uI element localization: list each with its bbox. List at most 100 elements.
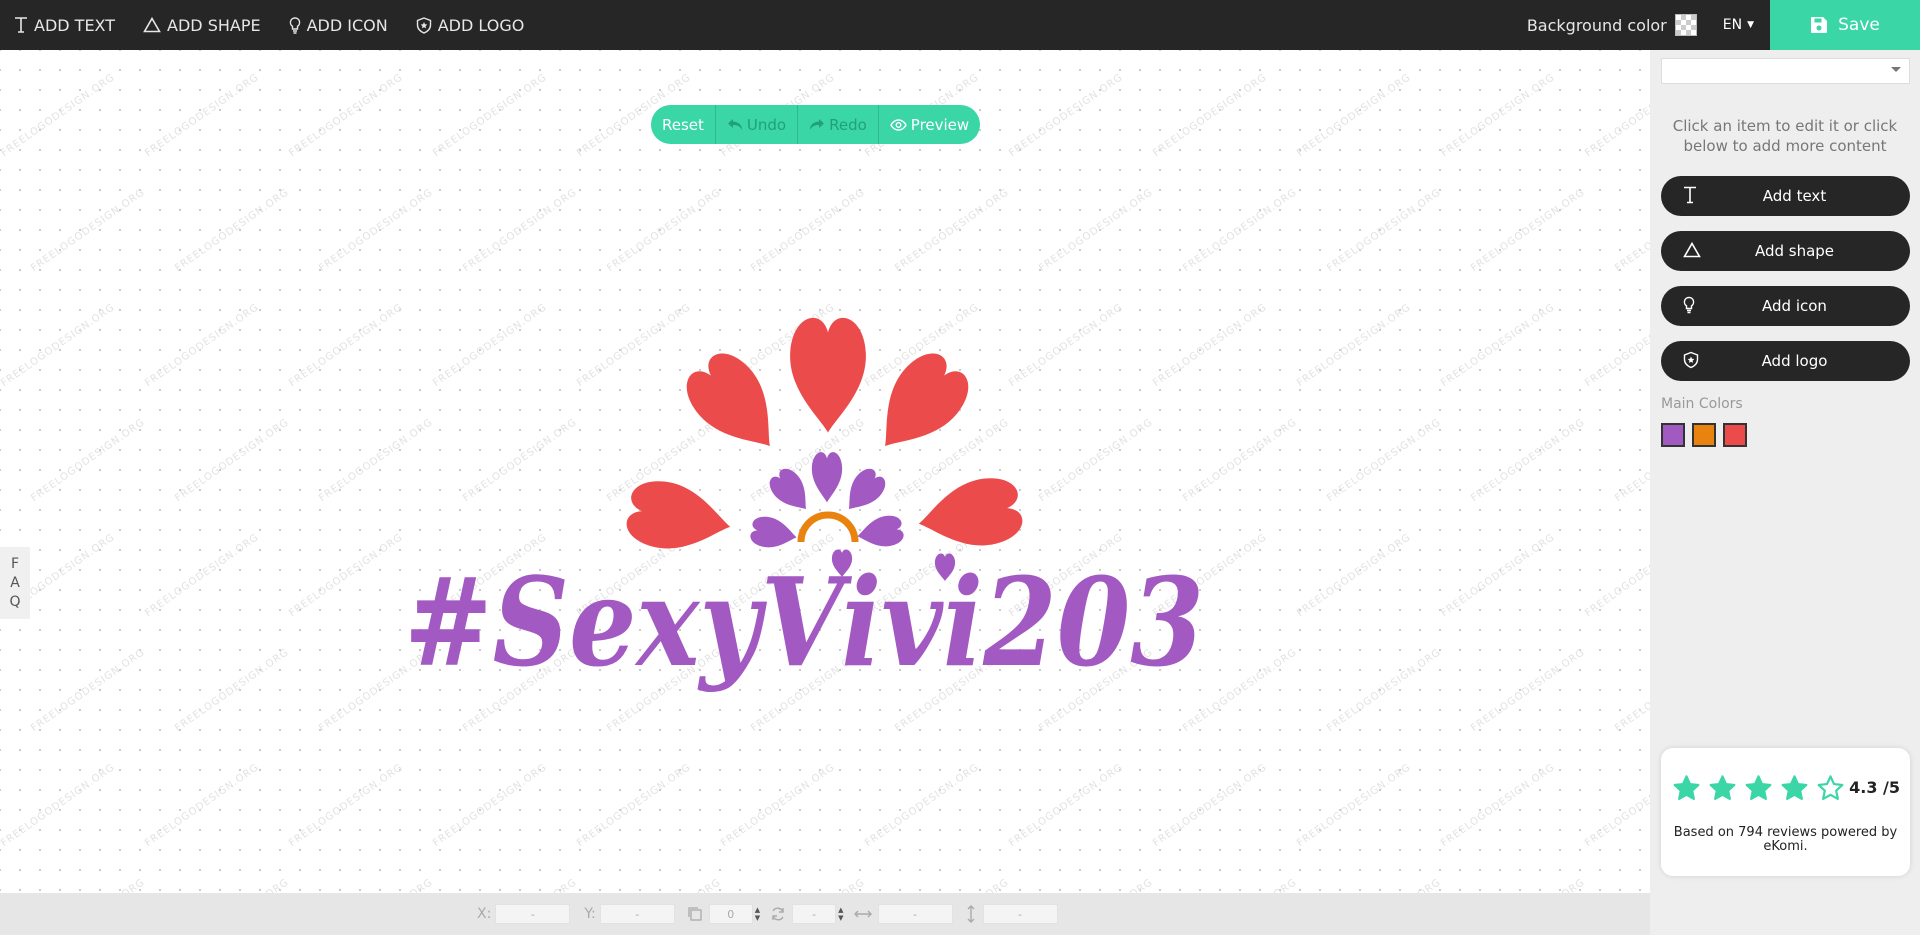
toolbar-right: Background color EN ▼ Save: [1527, 0, 1920, 50]
add-logo-button[interactable]: Add logo: [1661, 341, 1910, 381]
add-icon-menu[interactable]: ADD ICON: [275, 0, 402, 50]
reviews-widget[interactable]: 4.3 /5 Based on 794 reviews powered by e…: [1661, 748, 1910, 876]
watermark-text: FREELOGODESIGN.ORG: [173, 646, 292, 735]
watermark-text: FREELOGODESIGN.ORG: [1295, 531, 1414, 620]
watermark-text: FREELOGODESIGN.ORG: [0, 71, 118, 160]
add-shape-button[interactable]: Add shape: [1661, 231, 1910, 271]
watermark-text: FREELOGODESIGN.ORG: [1439, 71, 1558, 160]
height-field[interactable]: -: [982, 904, 1058, 924]
undo-label: Undo: [746, 115, 787, 134]
background-color-swatch[interactable]: [1674, 14, 1697, 36]
watermark-text: FREELOGODESIGN.ORG: [173, 186, 292, 275]
watermark-text: FREELOGODESIGN.ORG: [1469, 877, 1587, 893]
preview-button[interactable]: Preview: [879, 105, 980, 144]
floppy-disk-icon: [1810, 16, 1828, 34]
watermark-text: FREELOGODESIGN.ORG: [1469, 646, 1588, 735]
watermark-text: FREELOGODESIGN.ORG: [287, 301, 406, 390]
add-logo-menu[interactable]: ADD LOGO: [402, 0, 539, 50]
logo-text: #SexyVivi203: [404, 550, 1204, 694]
watermark-text: FREELOGODESIGN.ORG: [1583, 761, 1650, 850]
watermark-text: FREELOGODESIGN.ORG: [1295, 761, 1414, 850]
language-selector[interactable]: EN ▼: [1723, 17, 1754, 33]
height-arrows-icon: [965, 905, 977, 923]
main-color-swatch[interactable]: [1661, 423, 1685, 447]
undo-icon: [727, 118, 743, 131]
red-petals: [623, 317, 1026, 560]
watermark-text: FREELOGODESIGN.ORG: [1151, 761, 1270, 850]
caret-down-icon: ▼: [1747, 20, 1754, 30]
toolbar-left: ADD TEXT ADD SHAPE ADD ICON ADD LOGO: [0, 0, 538, 50]
y-field[interactable]: -: [599, 904, 675, 924]
triangle-icon: [143, 17, 161, 33]
watermark-text: FREELOGODESIGN.ORG: [575, 761, 694, 850]
redo-button[interactable]: Redo: [798, 105, 879, 144]
main-color-swatch[interactable]: [1723, 423, 1747, 447]
add-text-button-label: Add text: [1762, 187, 1827, 205]
faq-tab[interactable]: F A Q: [0, 547, 30, 619]
watermark-text: FREELOGODESIGN.ORG: [1583, 531, 1650, 620]
add-icon-button[interactable]: Add icon: [1661, 286, 1910, 326]
properties-panel: Click an item to edit it or click below …: [1650, 50, 1920, 935]
watermark-text: FREELOGODESIGN.ORG: [287, 531, 406, 620]
star-icon: [1672, 774, 1701, 803]
main-color-swatch[interactable]: [1692, 423, 1716, 447]
watermark-text: FREELOGODESIGN.ORG: [461, 186, 580, 275]
logo-artwork[interactable]: #SexyVivi203: [390, 290, 1220, 710]
watermark-text: FREELOGODESIGN.ORG: [1613, 186, 1650, 275]
watermark-text: FREELOGODESIGN.ORG: [29, 416, 148, 505]
watermark-text: FREELOGODESIGN.ORG: [143, 761, 262, 850]
reset-button[interactable]: Reset: [651, 105, 716, 144]
watermark-text: FREELOGODESIGN.ORG: [431, 761, 550, 850]
watermark-text: FREELOGODESIGN.ORG: [1181, 186, 1300, 275]
y-label: Y:: [584, 906, 596, 922]
watermark-text: FREELOGODESIGN.ORG: [143, 531, 262, 620]
add-text-menu-label: ADD TEXT: [34, 15, 116, 35]
watermark-text: FREELOGODESIGN.ORG: [1037, 877, 1155, 893]
text-icon: [1683, 186, 1697, 204]
layer-field[interactable]: 0: [708, 904, 753, 924]
triangle-icon: [1683, 241, 1701, 259]
watermark-text: FREELOGODESIGN.ORG: [1007, 71, 1126, 160]
watermark-text: FREELOGODESIGN.ORG: [1613, 646, 1650, 735]
watermark-text: FREELOGODESIGN.ORG: [287, 761, 406, 850]
save-button[interactable]: Save: [1770, 0, 1920, 50]
add-text-menu[interactable]: ADD TEXT: [0, 0, 129, 50]
watermark-text: FREELOGODESIGN.ORG: [29, 646, 148, 735]
element-select[interactable]: [1661, 58, 1910, 84]
rotation-stepper[interactable]: ▲ ▼: [838, 906, 843, 922]
watermark-text: FREELOGODESIGN.ORG: [1325, 646, 1444, 735]
watermark-text: FREELOGODESIGN.ORG: [461, 877, 579, 893]
x-field[interactable]: -: [495, 904, 571, 924]
width-field[interactable]: -: [877, 904, 953, 924]
add-text-button[interactable]: Add text: [1661, 176, 1910, 216]
layer-icon: [687, 906, 703, 922]
background-color-picker[interactable]: Background color: [1527, 14, 1697, 36]
background-color-label: Background color: [1526, 15, 1667, 35]
reviews-text: Based on 794 reviews powered by eKomi.: [1673, 825, 1898, 854]
layer-stepper[interactable]: ▲ ▼: [755, 906, 760, 922]
watermark-text: FREELOGODESIGN.ORG: [1181, 877, 1299, 893]
width-arrows-icon: [853, 908, 872, 920]
undo-button[interactable]: Undo: [716, 105, 799, 144]
watermark-text: FREELOGODESIGN.ORG: [317, 877, 435, 893]
watermark-text: FREELOGODESIGN.ORG: [749, 877, 867, 893]
star-icon: [1744, 774, 1773, 803]
lightbulb-icon: [1683, 296, 1695, 314]
design-canvas[interactable]: FREELOGODESIGN.ORG FREELOGODESIGN.ORG FREE…: [0, 50, 1650, 893]
add-icon-button-label: Add icon: [1762, 297, 1827, 315]
rotation-field[interactable]: -: [792, 904, 837, 924]
watermark-text: FREELOGODESIGN.ORG: [1037, 186, 1156, 275]
transform-bar: X: - Y: - 0 ▲ ▼ - ▲ ▼ - -: [0, 893, 1650, 935]
watermark-text: FREELOGODESIGN.ORG: [749, 186, 868, 275]
faq-letter-a: A: [10, 574, 20, 591]
chevron-down-icon: [1891, 67, 1901, 72]
add-shape-menu[interactable]: ADD SHAPE: [129, 0, 275, 50]
watermark-text: FREELOGODESIGN.ORG: [1439, 761, 1558, 850]
watermark-text: FREELOGODESIGN.ORG: [143, 301, 262, 390]
shield-icon: [1683, 351, 1699, 369]
add-icon-menu-label: ADD ICON: [306, 15, 388, 35]
lightbulb-icon: [289, 16, 301, 34]
watermark-text: FREELOGODESIGN.ORG: [1613, 877, 1650, 893]
watermark-text: FREELOGODESIGN.ORG: [317, 186, 436, 275]
rotate-icon: [770, 906, 786, 922]
